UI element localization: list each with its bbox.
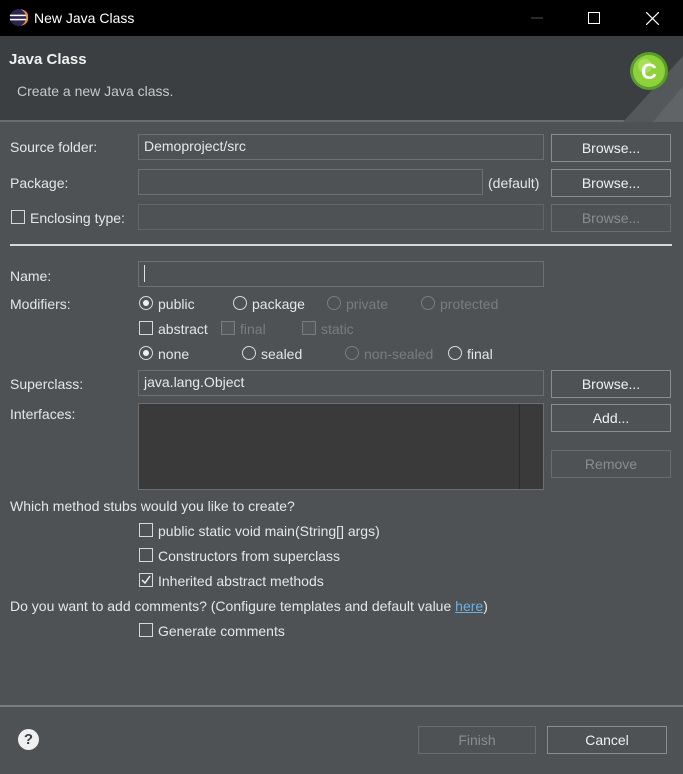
- abstract-checkbox[interactable]: [139, 321, 153, 335]
- source-folder-field[interactable]: Demoproject/src: [138, 134, 544, 160]
- package-modifier-label: package: [252, 296, 305, 312]
- constructors-label: Constructors from superclass: [158, 548, 341, 564]
- package-label: Package:: [10, 175, 69, 191]
- superclass-label: Superclass:: [10, 376, 84, 392]
- protected-label: protected: [440, 296, 499, 312]
- checkmark-icon: [141, 575, 151, 585]
- close-icon: [645, 11, 659, 25]
- window-title: New Java Class: [34, 10, 135, 26]
- finish-button[interactable]: Finish: [418, 726, 536, 754]
- interfaces-label: Interfaces:: [10, 406, 76, 422]
- page-title: Java Class: [9, 51, 87, 68]
- modifiers-label: Modifiers:: [10, 296, 71, 312]
- svg-text:C: C: [641, 59, 657, 84]
- superclass-browse-button[interactable]: Browse...: [551, 370, 671, 398]
- source-folder-browse-button[interactable]: Browse...: [551, 134, 671, 162]
- comments-question-end: ): [483, 598, 488, 614]
- final-sealing-label: final: [467, 346, 493, 362]
- generate-comments-label: Generate comments: [158, 623, 285, 639]
- final-checkbox[interactable]: [221, 321, 235, 335]
- name-field[interactable]: [138, 261, 544, 287]
- superclass-field[interactable]: java.lang.Object: [138, 370, 544, 396]
- separator: [10, 244, 672, 246]
- enclosing-type-label: Enclosing type:: [30, 210, 125, 226]
- cancel-button[interactable]: Cancel: [547, 726, 667, 754]
- main-method-checkbox[interactable]: [139, 523, 153, 537]
- new-class-wizard-icon: C: [623, 52, 683, 122]
- static-label: static: [321, 321, 354, 337]
- private-radio[interactable]: [327, 296, 341, 310]
- protected-radio[interactable]: [421, 296, 435, 310]
- eclipse-icon: [9, 8, 28, 27]
- none-label: none: [158, 346, 190, 362]
- comments-question-text: Do you want to add comments? (Configure …: [10, 598, 456, 614]
- maximize-button[interactable]: [565, 0, 623, 36]
- public-label: public: [158, 296, 195, 312]
- public-radio[interactable]: [139, 296, 153, 310]
- enclosing-type-checkbox[interactable]: [11, 210, 25, 224]
- none-radio[interactable]: [139, 346, 153, 360]
- non-sealed-radio[interactable]: [345, 346, 359, 360]
- maximize-icon: [588, 12, 600, 24]
- generate-comments-checkbox[interactable]: [139, 623, 153, 637]
- help-icon[interactable]: ?: [18, 729, 39, 750]
- name-label: Name:: [10, 268, 52, 284]
- text-cursor: [144, 265, 145, 282]
- private-label: private: [346, 296, 389, 312]
- non-sealed-label: non-sealed: [364, 346, 434, 362]
- inherited-methods-checkbox[interactable]: [139, 573, 153, 587]
- package-browse-button[interactable]: Browse...: [551, 169, 671, 197]
- comments-question: Do you want to add comments? (Configure …: [10, 598, 488, 614]
- page-description: Create a new Java class.: [17, 83, 174, 99]
- final-flag-label: final: [240, 321, 266, 337]
- interfaces-list[interactable]: [138, 403, 544, 490]
- sealed-label: sealed: [261, 346, 303, 362]
- final-sealing-radio[interactable]: [448, 346, 462, 360]
- main-method-label: public static void main(String[] args): [158, 523, 380, 539]
- enclosing-type-browse-button[interactable]: Browse...: [551, 204, 671, 232]
- source-folder-label: Source folder:: [10, 139, 98, 155]
- minimize-button[interactable]: [508, 0, 566, 36]
- constructors-checkbox[interactable]: [139, 548, 153, 562]
- package-radio[interactable]: [233, 296, 247, 310]
- wizard-header: Java Class Create a new Java class. C: [0, 36, 683, 122]
- templates-link[interactable]: here: [455, 598, 483, 614]
- inherited-methods-label: Inherited abstract methods: [158, 573, 324, 589]
- remove-interface-button[interactable]: Remove: [551, 450, 671, 478]
- enclosing-type-field[interactable]: [138, 204, 544, 230]
- title-bar: New Java Class: [0, 0, 683, 36]
- minimize-icon: [531, 17, 543, 19]
- interfaces-scrollbar[interactable]: [519, 404, 543, 489]
- footer-separator: [0, 705, 683, 707]
- package-field[interactable]: [138, 169, 483, 195]
- sealed-radio[interactable]: [242, 346, 256, 360]
- method-stubs-question: Which method stubs would you like to cre…: [10, 498, 295, 514]
- static-checkbox[interactable]: [302, 321, 316, 335]
- package-default-label: (default): [488, 175, 540, 191]
- abstract-label: abstract: [158, 321, 208, 337]
- close-button[interactable]: [623, 0, 681, 36]
- add-interface-button[interactable]: Add...: [551, 404, 671, 432]
